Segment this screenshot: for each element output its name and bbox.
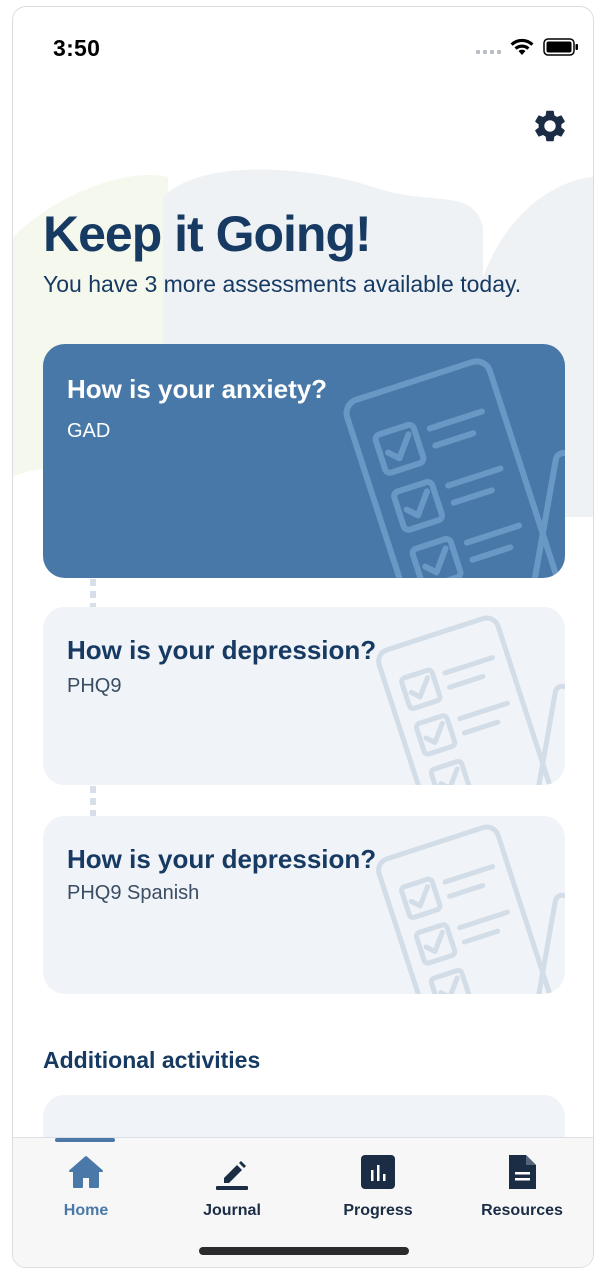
- cellular-signal-icon: [476, 40, 501, 54]
- status-icons: [476, 37, 579, 57]
- tab-selected-indicator: [55, 1138, 115, 1142]
- tab-journal[interactable]: Journal: [159, 1138, 305, 1238]
- assessment-card-anxiety[interactable]: How is your anxiety? GAD: [43, 344, 565, 578]
- checklist-illustration-icon: [343, 358, 565, 578]
- assessment-card-title: How is your depression?: [67, 635, 377, 665]
- checklist-illustration-icon: [376, 824, 565, 994]
- section-title-additional-activities: Additional activities: [43, 1047, 261, 1073]
- timeline-connector: [90, 786, 96, 818]
- assessment-card-title: How is your depression?: [67, 844, 377, 874]
- document-icon: [509, 1155, 536, 1189]
- battery-icon: [543, 38, 578, 56]
- status-time: 3:50: [53, 35, 101, 61]
- chart-icon: [361, 1155, 395, 1189]
- tab-home[interactable]: Home: [13, 1138, 159, 1238]
- tab-label: Resources: [481, 1202, 563, 1219]
- assessment-card-depression-spanish[interactable]: How is your depression? PHQ9 Spanish: [43, 816, 565, 994]
- assessment-card-subtitle: PHQ9 Spanish: [67, 882, 200, 904]
- settings-gear-icon[interactable]: [531, 107, 569, 145]
- wifi-icon: [510, 38, 534, 55]
- pencil-icon: [216, 1161, 248, 1190]
- page-subtitle: You have 3 more assessments available to…: [43, 271, 522, 297]
- page-title: Keep it Going!: [43, 206, 372, 262]
- assessment-card-subtitle: GAD: [67, 420, 111, 442]
- checklist-illustration-icon: [376, 615, 565, 785]
- assessment-card-subtitle: PHQ9: [67, 675, 122, 697]
- home-icon: [69, 1156, 103, 1188]
- tab-progress[interactable]: Progress: [305, 1138, 451, 1238]
- status-bar: 3:50: [13, 7, 593, 77]
- assessment-card-depression[interactable]: How is your depression? PHQ9: [43, 607, 565, 785]
- tab-label: Progress: [343, 1202, 413, 1219]
- tab-resources[interactable]: Resources: [449, 1138, 593, 1238]
- tab-label: Home: [63, 1202, 109, 1219]
- app-screen: 3:50 Keep it Going! You have 3 more asse…: [12, 6, 594, 1268]
- assessment-card-title: How is your anxiety?: [67, 374, 328, 404]
- home-indicator: [199, 1247, 409, 1255]
- tab-label: Journal: [203, 1202, 261, 1219]
